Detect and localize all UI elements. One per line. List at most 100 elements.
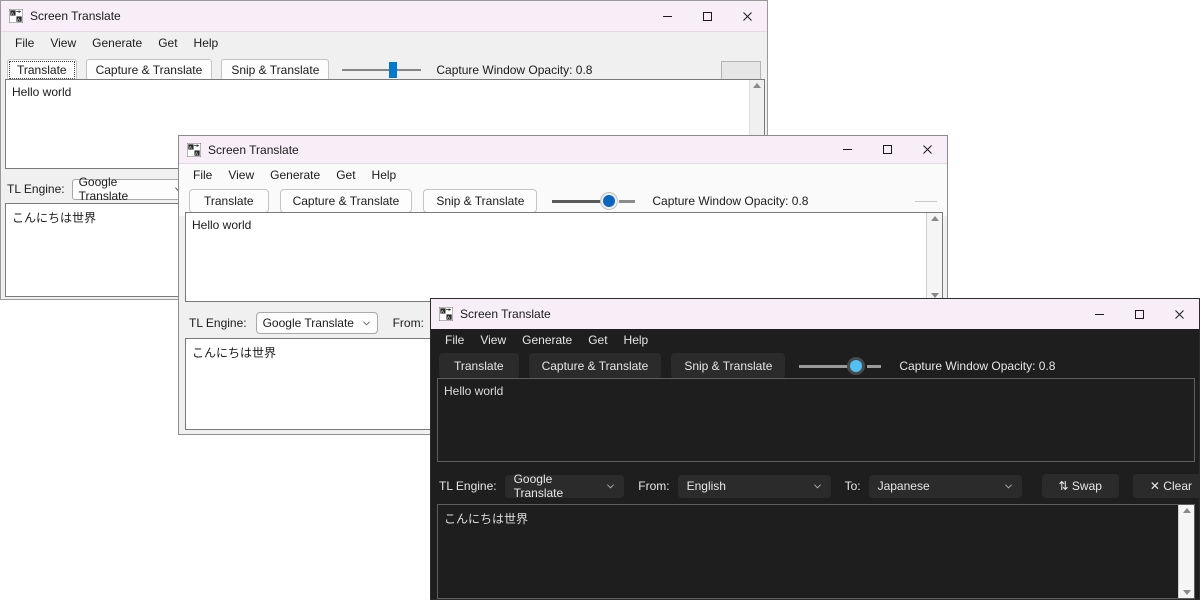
menu-item-help[interactable]: Help: [364, 166, 405, 184]
app-icon: A A: [8, 8, 24, 24]
slider-track-right: [867, 364, 882, 368]
tl-engine-select[interactable]: Google Translate: [504, 472, 625, 500]
window-controls: [647, 1, 767, 31]
app-icon: A A: [438, 306, 454, 322]
titlebar[interactable]: A A Screen Translate: [431, 299, 1199, 329]
tl-engine-select[interactable]: Google Translate: [71, 175, 190, 203]
scroll-up-icon[interactable]: [1182, 508, 1191, 513]
menu-item-view[interactable]: View: [220, 166, 262, 184]
chevron-down-icon: [813, 483, 821, 488]
translate-button[interactable]: Translate: [439, 353, 519, 379]
source-text: Hello world: [444, 384, 504, 398]
translate-button[interactable]: Translate: [189, 189, 269, 213]
slider-track-left: [799, 364, 851, 368]
tl-engine-value: Google Translate: [513, 472, 564, 500]
menubar: File View Generate Get Help: [179, 164, 947, 186]
from-select[interactable]: English: [677, 474, 831, 498]
menu-item-view[interactable]: View: [472, 331, 514, 349]
menu-item-view[interactable]: View: [42, 34, 84, 52]
menu-item-get[interactable]: Get: [580, 331, 615, 349]
opacity-label: Capture Window Opacity: 0.8: [652, 194, 809, 208]
menu-item-generate[interactable]: Generate: [514, 331, 580, 349]
result-textarea[interactable]: こんにちは世界: [437, 504, 1195, 599]
window-title: Screen Translate: [460, 307, 551, 321]
to-value: Japanese: [877, 479, 930, 493]
menu-item-get[interactable]: Get: [150, 34, 185, 52]
scroll-up-icon[interactable]: [753, 83, 761, 88]
tl-engine-label: TL Engine:: [7, 182, 65, 196]
window-title: Screen Translate: [30, 9, 121, 23]
source-text: Hello world: [12, 85, 72, 99]
slider-track-right: [619, 199, 636, 203]
svg-text:A: A: [195, 150, 198, 155]
capture-translate-button[interactable]: Capture & Translate: [528, 353, 662, 379]
close-button[interactable]: [727, 1, 767, 31]
window-dark[interactable]: A A Screen Translate File View Generate …: [430, 298, 1200, 600]
svg-text:A: A: [447, 315, 450, 320]
chevron-down-icon: [1004, 483, 1012, 488]
progress-placeholder: [915, 200, 937, 202]
menu-item-file[interactable]: File: [7, 34, 42, 52]
chevron-down-icon: [362, 320, 370, 325]
result-scrollbar[interactable]: [1178, 505, 1194, 598]
tl-engine-label: TL Engine:: [439, 479, 497, 493]
snip-translate-button[interactable]: Snip & Translate: [671, 353, 786, 379]
source-textarea[interactable]: Hello world: [437, 378, 1195, 462]
svg-text:A: A: [189, 144, 192, 149]
opacity-slider[interactable]: [552, 193, 636, 209]
menu-item-file[interactable]: File: [185, 166, 220, 184]
slider-handle[interactable]: [850, 360, 863, 372]
close-button[interactable]: [907, 136, 947, 163]
svg-text:A: A: [11, 11, 14, 16]
from-label: From:: [392, 316, 424, 330]
scroll-down-icon[interactable]: [1182, 590, 1191, 595]
slider-handle[interactable]: [603, 195, 616, 207]
menu-item-generate[interactable]: Generate: [262, 166, 328, 184]
menubar: File View Generate Get Help: [431, 329, 1199, 351]
to-select[interactable]: Japanese: [868, 474, 1022, 498]
source-textarea[interactable]: Hello world: [185, 212, 943, 302]
swap-button[interactable]: ⇅ Swap: [1041, 474, 1119, 498]
titlebar[interactable]: A A Screen Translate: [179, 136, 947, 164]
svg-text:A: A: [441, 309, 444, 314]
window-controls: [827, 136, 947, 163]
source-scrollbar[interactable]: [926, 213, 942, 301]
slider-handle[interactable]: [389, 62, 398, 78]
app-icon: A A: [186, 142, 202, 157]
opacity-slider[interactable]: [342, 62, 422, 78]
menu-item-help[interactable]: Help: [616, 331, 657, 349]
opacity-slider[interactable]: [799, 358, 882, 374]
from-value: English: [686, 479, 726, 493]
scroll-up-icon[interactable]: [930, 216, 939, 221]
snip-translate-button[interactable]: Snip & Translate: [423, 189, 538, 213]
menu-item-file[interactable]: File: [437, 331, 472, 349]
clear-button[interactable]: ✕ Clear: [1132, 474, 1199, 498]
close-button[interactable]: [1159, 299, 1199, 329]
source-text: Hello world: [192, 218, 252, 232]
menu-item-generate[interactable]: Generate: [84, 34, 150, 52]
translate-button[interactable]: Translate: [7, 59, 77, 81]
slider-track-left: [342, 69, 390, 71]
maximize-button[interactable]: [687, 1, 727, 31]
svg-text:A: A: [17, 17, 20, 22]
to-label: To:: [844, 479, 861, 493]
maximize-button[interactable]: [867, 136, 907, 163]
opacity-label: Capture Window Opacity: 0.8: [899, 359, 1056, 373]
chevron-down-icon: [607, 483, 615, 488]
window-controls: [1079, 299, 1199, 329]
maximize-button[interactable]: [1119, 299, 1159, 329]
capture-translate-button[interactable]: Capture & Translate: [85, 59, 213, 81]
window-title: Screen Translate: [208, 142, 299, 157]
menu-item-get[interactable]: Get: [328, 166, 363, 184]
titlebar[interactable]: A A Screen Translate: [1, 1, 767, 32]
minimize-button[interactable]: [647, 1, 687, 31]
minimize-button[interactable]: [827, 136, 867, 163]
menu-item-help[interactable]: Help: [186, 34, 227, 52]
minimize-button[interactable]: [1079, 299, 1119, 329]
capture-translate-button[interactable]: Capture & Translate: [279, 189, 413, 213]
slider-track-right: [397, 69, 422, 71]
opacity-label: Capture Window Opacity: 0.8: [436, 63, 593, 77]
toolbar: Translate Capture & Translate Snip & Tra…: [431, 351, 1199, 381]
snip-translate-button[interactable]: Snip & Translate: [221, 59, 330, 81]
tl-engine-select[interactable]: Google Translate: [255, 312, 378, 334]
